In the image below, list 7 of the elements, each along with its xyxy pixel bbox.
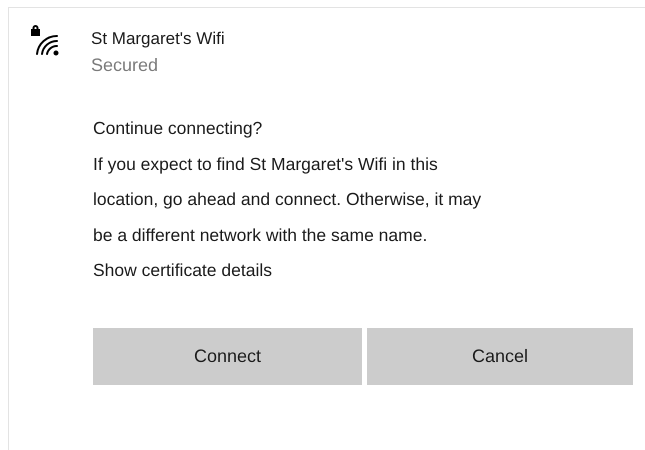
prompt-message: If you expect to find St Margaret's Wifi in this location, go ahead and connect. Otherwise, it may be a different network with the same name. bbox=[93, 152, 482, 246]
certificate-details-link[interactable]: Show certificate details bbox=[93, 253, 645, 288]
network-status: Secured bbox=[91, 54, 160, 77]
prompt-heading: Continue connecting? bbox=[93, 117, 264, 140]
network-name: St Margaret's Wifi bbox=[91, 28, 225, 50]
dialog-button[interactable]: Connect bbox=[93, 328, 362, 384]
dialog-button[interactable]: Cancel bbox=[367, 328, 633, 384]
